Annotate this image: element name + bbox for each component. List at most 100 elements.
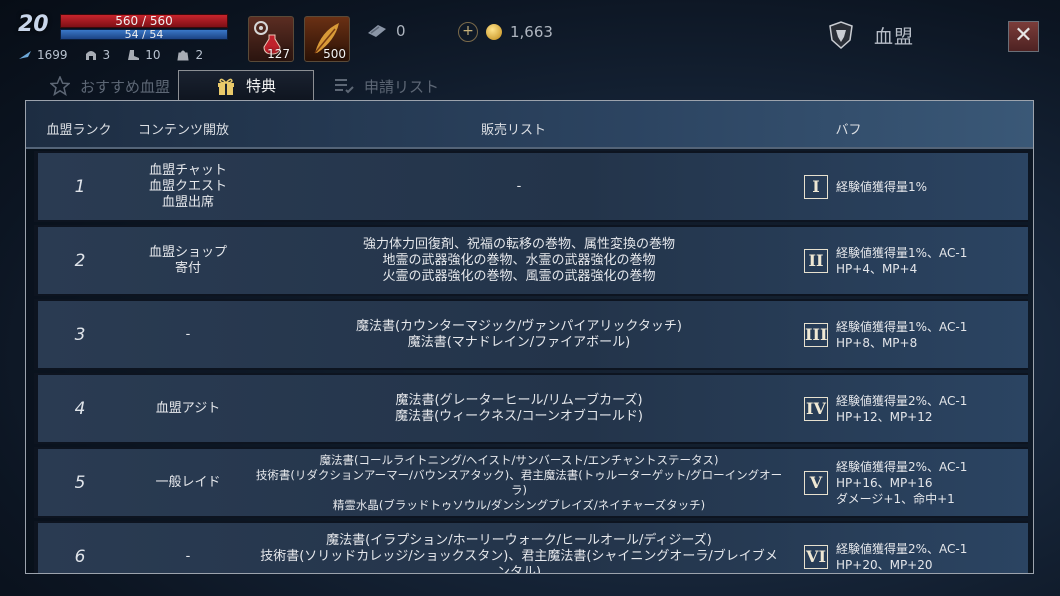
buff-line: 経験値獲得量1%、AC-1 <box>836 245 968 260</box>
benefits-table: 血盟ランク コンテンツ開放 販売リスト バフ 1 血盟チャット 血盟クエスト 血… <box>25 100 1034 574</box>
content-line: 血盟アジト <box>155 400 221 416</box>
buff-tier-badge: V <box>804 470 828 495</box>
stat-speed: 10 <box>126 48 160 62</box>
scroll-count: 500 <box>323 47 346 61</box>
buff-line: 経験値獲得量1%、AC-1 <box>836 319 968 334</box>
row-rank: 2 <box>74 250 86 271</box>
stat-speed-value: 10 <box>145 48 161 62</box>
row-content: 血盟ショップ 寄付 <box>122 227 254 294</box>
tab-benefits-label: 特典 <box>245 77 276 95</box>
buff-text: 経験値獲得量1%、AC-1 HP+8、MP+8 <box>836 319 967 351</box>
sales-line: 魔法書(マナドレイン/ファイアボール) <box>407 334 631 350</box>
buff-line: HP+16、MP+16 <box>836 475 933 490</box>
mp-value: 54 / 54 <box>124 28 164 41</box>
quick-slot-scroll[interactable]: 500 <box>304 16 350 62</box>
row-rank: 1 <box>74 176 86 197</box>
stat-attack: 1699 <box>18 48 68 62</box>
row-sales: 魔法書(グレーターヒール/リムーブカーズ) 魔法書(ウィークネス/コーンオブコー… <box>254 375 784 442</box>
content-line: 血盟チャット <box>149 162 227 178</box>
row-buff: I 経験値獲得量1% <box>804 153 1030 220</box>
potion-count: 127 <box>267 47 290 61</box>
table-row: 1 血盟チャット 血盟クエスト 血盟出席 - I 経験値獲得量1% <box>34 151 1028 222</box>
header-sales: 販売リスト <box>480 123 546 138</box>
tab-recommended-clans[interactable]: おすすめ血盟 <box>50 70 170 102</box>
content-line: - <box>185 548 191 564</box>
stat-weight-value: 2 <box>195 48 204 62</box>
content-line: 血盟出席 <box>161 194 214 210</box>
row-content: 血盟チャット 血盟クエスト 血盟出席 <box>122 153 254 220</box>
sales-line: 技術書(ソリッドカレッジ/ショックスタン)、君主魔法書(シャイニングオーラ/ブレ… <box>260 548 778 574</box>
star-icon <box>50 76 70 96</box>
add-gold-button[interactable]: + <box>458 22 478 42</box>
buff-tier-badge: IV <box>804 396 828 421</box>
row-rank: 5 <box>74 472 86 493</box>
content-line: 一般レイド <box>155 474 221 490</box>
currency-gold: + 1,663 <box>458 22 553 42</box>
buff-line: 経験値獲得量2%、AC-1 <box>836 541 968 556</box>
tab-application-list[interactable]: 申請リスト <box>334 70 439 102</box>
buff-tier-badge: I <box>804 174 828 199</box>
row-rank: 3 <box>74 324 86 345</box>
tab-application-label: 申請リスト <box>364 77 440 96</box>
content-line: 血盟クエスト <box>148 178 227 194</box>
header-content: コンテンツ開放 <box>137 123 229 138</box>
tab-benefits[interactable]: 特典 <box>178 70 314 102</box>
quick-slot-potion[interactable]: 127 <box>248 16 294 62</box>
sales-line: 強力体力回復剤、祝福の転移の巻物、属性変換の巻物 <box>362 236 675 252</box>
row-sales: 魔法書(カウンターマジック/ヴァンパイアリックタッチ) 魔法書(マナドレイン/フ… <box>254 301 784 368</box>
hp-bar: 560 / 560 <box>60 14 228 28</box>
row-content: 一般レイド <box>122 449 254 516</box>
buff-line: HP+4、MP+4 <box>836 261 918 276</box>
stat-defense: 3 <box>84 48 111 62</box>
row-rank: 4 <box>74 398 86 419</box>
buff-line: 経験値獲得量1% <box>836 179 928 194</box>
row-content: - <box>122 523 254 573</box>
buff-text: 経験値獲得量2%、AC-1 HP+12、MP+12 <box>836 393 967 425</box>
buff-line: ダメージ+1、命中+1 <box>836 491 955 506</box>
bag-icon <box>177 50 190 61</box>
sales-line: 火霊の武器強化の巻物、風霊の武器強化の巻物 <box>382 268 656 284</box>
player-level: 20 <box>18 12 49 37</box>
content-line: 血盟ショップ <box>148 244 227 260</box>
currency-gem: 0 <box>366 22 406 40</box>
row-rank: 6 <box>74 546 86 567</box>
buff-text: 経験値獲得量2%、AC-1 HP+16、MP+16 ダメージ+1、命中+1 <box>836 459 967 507</box>
list-icon <box>335 79 354 94</box>
header-rank: 血盟ランク <box>46 123 112 138</box>
mp-bar: 54 / 54 <box>60 29 228 40</box>
helmet-icon <box>85 51 96 60</box>
player-stats: 1699 3 10 2 <box>18 48 203 62</box>
gem-icon <box>368 25 386 37</box>
table-row: 2 血盟ショップ 寄付 強力体力回復剤、祝福の転移の巻物、属性変換の巻物 地霊の… <box>34 225 1028 296</box>
sales-line: 魔法書(カウンターマジック/ヴァンパイアリックタッチ) <box>355 318 682 334</box>
buff-text: 経験値獲得量1% <box>836 179 927 195</box>
buff-tier-badge: III <box>804 322 828 347</box>
buff-line: 経験値獲得量2%、AC-1 <box>836 393 968 408</box>
row-content: 血盟アジト <box>122 375 254 442</box>
table-header: 血盟ランク コンテンツ開放 販売リスト バフ <box>26 101 1033 149</box>
gold-amount: 1,663 <box>510 23 553 41</box>
stat-weight: 2 <box>176 48 203 62</box>
gem-amount: 0 <box>396 22 406 40</box>
buff-text: 経験値獲得量1%、AC-1 HP+4、MP+4 <box>836 245 967 277</box>
sales-line: 地霊の武器強化の巻物、水霊の武器強化の巻物 <box>382 252 656 268</box>
row-buff: II 経験値獲得量1%、AC-1 HP+4、MP+4 <box>804 227 1030 294</box>
close-button[interactable]: ✕ <box>1008 21 1039 52</box>
buff-tier-badge: VI <box>804 544 828 569</box>
table-row: 6 - 魔法書(イラプション/ホーリーウォーク/ヒールオール/ディジーズ) 技術… <box>34 521 1028 574</box>
buff-line: HP+8、MP+8 <box>836 335 918 350</box>
tab-recommended-label: おすすめ血盟 <box>80 77 171 96</box>
sales-line: - <box>516 178 522 194</box>
table-row: 5 一般レイド 魔法書(コールライトニング/ヘイスト/サンバースト/エンチャント… <box>34 447 1028 518</box>
stat-attack-value: 1699 <box>37 48 68 62</box>
stat-defense-value: 3 <box>102 48 111 62</box>
page-title: 血盟 <box>874 25 915 48</box>
buff-line: HP+12、MP+12 <box>836 409 933 424</box>
buff-line: 経験値獲得量2%、AC-1 <box>836 459 968 474</box>
gold-coin-icon <box>486 24 502 40</box>
content-line: 寄付 <box>174 260 201 276</box>
table-row: 4 血盟アジト 魔法書(グレーターヒール/リムーブカーズ) 魔法書(ウィークネス… <box>34 373 1028 444</box>
header-buff: バフ <box>835 123 862 138</box>
sales-line: 魔法書(コールライトニング/ヘイスト/サンバースト/エンチャントステータス) <box>319 452 719 467</box>
row-buff: IV 経験値獲得量2%、AC-1 HP+12、MP+12 <box>804 375 1030 442</box>
